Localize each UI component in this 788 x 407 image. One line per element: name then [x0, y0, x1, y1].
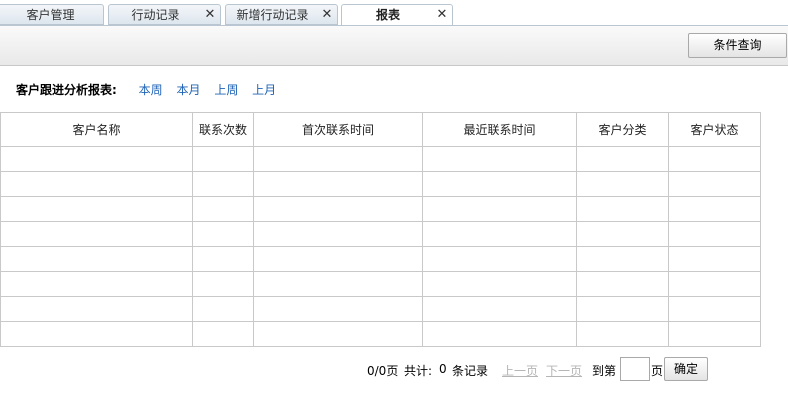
table-cell	[0, 321, 193, 347]
page-number-input[interactable]	[620, 357, 650, 381]
table-cell	[576, 221, 669, 247]
filter-link-last-week[interactable]: 上周	[214, 83, 238, 97]
table-row	[0, 321, 761, 347]
next-page-link[interactable]: 下一页	[546, 362, 582, 379]
table-cell	[576, 296, 669, 322]
table-cell	[253, 321, 423, 347]
table-cell	[576, 271, 669, 297]
column-header-customer-category: 客户分类	[576, 112, 669, 147]
goto-label: 到第	[592, 364, 617, 378]
table-row	[0, 196, 761, 222]
table-cell	[253, 171, 423, 197]
table-cell	[668, 321, 761, 347]
table-cell	[0, 246, 193, 272]
table-cell	[253, 296, 423, 322]
table-cell	[668, 171, 761, 197]
table-cell	[576, 196, 669, 222]
table-row	[0, 296, 761, 322]
table-cell	[422, 246, 577, 272]
tab-label: 报表	[375, 8, 400, 22]
column-header-customer-name: 客户名称	[0, 112, 193, 147]
column-header-contact-count: 联系次数	[192, 112, 254, 147]
report-table: 客户名称 联系次数 首次联系时间 最近联系时间 客户分类 客户状态	[0, 112, 761, 347]
table-cell	[0, 146, 193, 172]
total-label: 共计:	[404, 364, 433, 378]
table-cell	[576, 171, 669, 197]
filter-link-this-week[interactable]: 本周	[139, 83, 163, 97]
table-cell	[668, 221, 761, 247]
table-cell	[253, 246, 423, 272]
tab-action-records[interactable]: 行动记录 ✕	[108, 4, 221, 25]
table-cell	[192, 196, 254, 222]
table-cell	[253, 196, 423, 222]
table-cell	[192, 221, 254, 247]
tab-new-action-record[interactable]: 新增行动记录 ✕	[225, 4, 338, 25]
table-cell	[0, 271, 193, 297]
filter-link-last-month[interactable]: 上月	[252, 83, 276, 97]
report-title: 客户跟进分析报表:	[16, 83, 117, 97]
table-cell	[422, 296, 577, 322]
tab-strip: 客户管理 行动记录 ✕ 新增行动记录 ✕ 报表 ✕	[0, 0, 788, 26]
table-cell	[253, 146, 423, 172]
table-cell	[422, 221, 577, 247]
table-cell	[422, 146, 577, 172]
table-cell	[0, 196, 193, 222]
pagination-bar: 0/0页 共计: 0 条记录 上一页 下一页 到第 页 确定	[0, 357, 788, 383]
table-cell	[576, 321, 669, 347]
table-row	[0, 171, 761, 197]
table-cell	[668, 196, 761, 222]
table-cell	[422, 196, 577, 222]
tab-reports[interactable]: 报表 ✕	[341, 4, 453, 26]
table-cell	[192, 146, 254, 172]
column-header-last-contact-time: 最近联系时间	[422, 112, 577, 147]
table-row	[0, 221, 761, 247]
table-row	[0, 246, 761, 272]
table-cell	[192, 171, 254, 197]
confirm-button[interactable]: 确定	[664, 357, 708, 381]
table-cell	[422, 271, 577, 297]
toolbar: 条件查询	[0, 25, 788, 66]
page-info: 0/0页	[367, 364, 399, 378]
total-count: 0	[439, 362, 447, 376]
table-cell	[0, 221, 193, 247]
tab-label: 客户管理	[26, 8, 75, 22]
table-cell	[0, 171, 193, 197]
table-cell	[192, 296, 254, 322]
report-filter-bar: 客户跟进分析报表: 本周 本月 上周 上月	[16, 82, 276, 98]
table-cell	[0, 296, 193, 322]
table-cell	[253, 221, 423, 247]
close-icon[interactable]: ✕	[436, 5, 448, 25]
table-cell	[668, 296, 761, 322]
table-cell	[668, 246, 761, 272]
table-row	[0, 271, 761, 297]
filter-link-this-month[interactable]: 本月	[176, 83, 200, 97]
table-cell	[668, 146, 761, 172]
table-cell	[668, 271, 761, 297]
column-header-customer-status: 客户状态	[668, 112, 761, 147]
table-cell	[192, 271, 254, 297]
table-cell	[576, 246, 669, 272]
table-cell	[253, 271, 423, 297]
table-cell	[192, 246, 254, 272]
table-cell	[192, 321, 254, 347]
tab-label: 行动记录	[131, 8, 180, 22]
table-header-row: 客户名称 联系次数 首次联系时间 最近联系时间 客户分类 客户状态	[0, 112, 761, 147]
table-cell	[576, 146, 669, 172]
table-cell	[422, 171, 577, 197]
tab-label: 新增行动记录	[236, 8, 309, 22]
close-icon[interactable]: ✕	[204, 5, 216, 25]
prev-page-link[interactable]: 上一页	[502, 362, 538, 379]
condition-search-button[interactable]: 条件查询	[688, 33, 787, 58]
table-row	[0, 146, 761, 172]
records-label: 条记录	[452, 364, 489, 378]
page-suffix-label: 页	[651, 364, 664, 378]
table-body	[0, 146, 761, 347]
close-icon[interactable]: ✕	[321, 5, 333, 25]
column-header-first-contact-time: 首次联系时间	[253, 112, 423, 147]
tab-customer-management[interactable]: 客户管理	[0, 4, 104, 25]
table-cell	[422, 321, 577, 347]
